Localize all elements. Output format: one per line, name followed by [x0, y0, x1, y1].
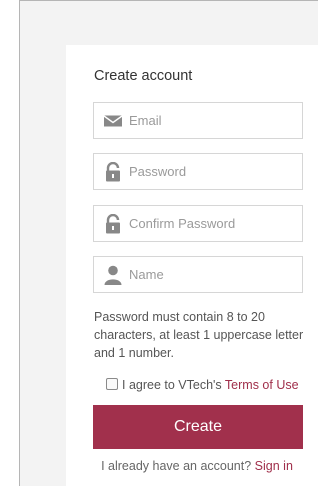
sign-in-link[interactable]: Sign in	[255, 459, 293, 473]
confirm-password-field[interactable]	[93, 205, 303, 242]
signin-prompt: I already have an account? Sign in	[66, 459, 320, 473]
signin-prompt-text: I already have an account?	[101, 459, 252, 473]
lock-icon	[106, 214, 120, 234]
envelope-icon	[103, 115, 123, 127]
password-requirements-text: Password must contain 8 to 20 characters…	[94, 310, 304, 360]
terms-of-use-link[interactable]: Terms of Use	[225, 378, 299, 392]
email-field[interactable]	[93, 102, 303, 139]
name-field[interactable]	[93, 256, 303, 293]
agree-checkbox[interactable]	[106, 378, 118, 390]
agree-label: I agree to VTech's	[122, 378, 222, 392]
create-button[interactable]: Create	[93, 405, 303, 449]
page-viewport: Create account Email Name Password must …	[19, 0, 320, 487]
form-title: Create account	[94, 68, 193, 84]
confirm-password-input[interactable]	[129, 206, 297, 241]
password-field[interactable]	[93, 153, 303, 190]
lock-icon	[106, 162, 120, 182]
password-input[interactable]	[129, 154, 297, 189]
terms-agreement: I agree to VTech's Terms of Use	[106, 378, 299, 392]
create-account-card: Create account Email Name Password must …	[66, 45, 320, 487]
name-input[interactable]	[129, 257, 297, 292]
email-input[interactable]	[129, 103, 297, 138]
person-icon	[104, 265, 122, 285]
